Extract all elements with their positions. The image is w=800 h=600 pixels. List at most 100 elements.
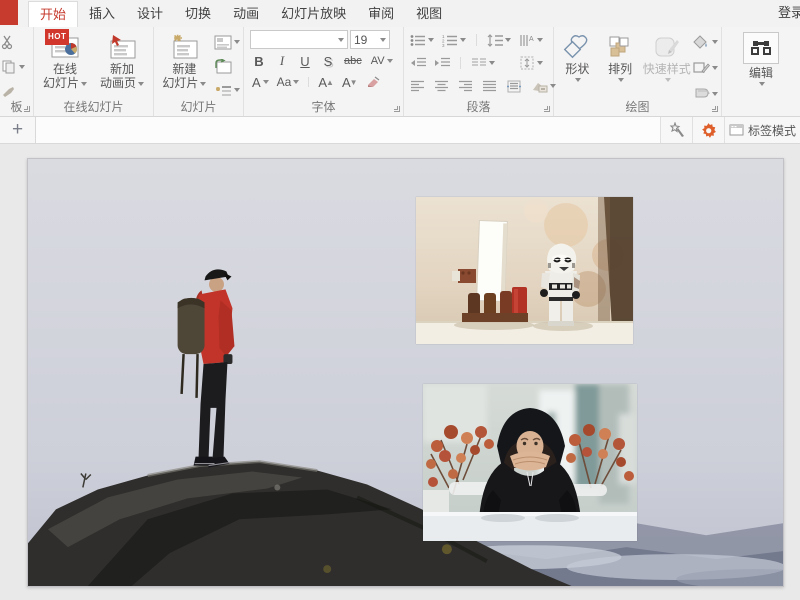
grow-font-button[interactable]: A▲ <box>316 73 336 91</box>
slide-panel-bar: + 标签模式 <box>0 117 800 144</box>
copy-icon[interactable] <box>0 57 26 77</box>
drawing-group-label: 绘图 <box>554 98 721 115</box>
shape-fill-icon[interactable] <box>692 32 719 52</box>
tab-home[interactable]: 开始 <box>28 1 78 27</box>
decrease-indent-icon[interactable] <box>409 53 427 73</box>
group-paragraph: 123 A <box>404 27 554 116</box>
edit-button[interactable]: 编辑 <box>733 30 789 86</box>
underline-button[interactable]: U <box>296 52 314 70</box>
drawing-dialog-launcher[interactable] <box>712 106 718 112</box>
bullets-icon[interactable] <box>409 30 435 50</box>
tag-mode-icon <box>729 124 744 136</box>
justify-icon[interactable] <box>481 76 498 96</box>
new-slide-icon <box>169 32 199 62</box>
align-left-icon[interactable] <box>409 76 426 96</box>
arrange-icon <box>607 32 633 62</box>
new-animation-page-button[interactable]: 新加 动画页 <box>94 30 150 90</box>
shapes-icon <box>563 32 591 62</box>
slide-thumbnails-strip[interactable] <box>36 117 660 143</box>
stormtrooper-photo[interactable] <box>416 197 633 344</box>
beautify-wand-icon[interactable] <box>661 117 693 143</box>
quick-styles-button[interactable]: 快速样式 <box>642 30 693 82</box>
arrange-button[interactable]: 排列 <box>599 30 642 82</box>
online-slides-label-2: 幻灯片 <box>43 76 87 90</box>
shapes-label: 形状 <box>565 62 589 76</box>
paragraph-group-label: 段落 <box>404 98 553 115</box>
tag-mode-toggle[interactable]: 标签模式 <box>725 122 800 139</box>
new-slide-label-1: 新建 <box>172 62 196 76</box>
font-dialog-launcher[interactable] <box>394 106 400 112</box>
font-group-label: 字体 <box>244 98 403 115</box>
edit-label: 编辑 <box>749 66 773 80</box>
strikethrough-button[interactable]: abc <box>342 52 364 70</box>
file-menu-block[interactable] <box>0 0 18 25</box>
login-button[interactable]: 登录 <box>776 0 800 26</box>
font-size-value: 19 <box>354 33 367 47</box>
change-case-button[interactable]: Aa <box>275 73 302 91</box>
slide-panel-tools: 标签模式 <box>660 117 800 143</box>
online-slides-label-1: 在线 <box>53 62 77 76</box>
quick-styles-label: 快速样式 <box>643 62 691 76</box>
tab-design[interactable]: 设计 <box>126 1 174 27</box>
font-size-select[interactable]: 19 <box>350 30 390 49</box>
slide-1[interactable] <box>27 158 784 587</box>
svg-text:3: 3 <box>442 43 445 47</box>
layout-icon[interactable] <box>213 32 241 52</box>
woman-photo[interactable] <box>423 384 637 541</box>
new-anim-page-icon <box>107 32 137 62</box>
shrink-font-button[interactable]: A▼ <box>340 73 360 91</box>
tab-view[interactable]: 视图 <box>405 1 453 27</box>
tab-review[interactable]: 审阅 <box>357 1 405 27</box>
arrange-label: 排列 <box>608 62 632 76</box>
align-center-icon[interactable] <box>433 76 450 96</box>
section-icon[interactable] <box>213 80 241 100</box>
online-slides-button[interactable]: HOT 在线 幻灯片 <box>37 30 93 90</box>
align-right-icon[interactable] <box>457 76 474 96</box>
columns-icon[interactable] <box>470 53 496 73</box>
quick-style-icon <box>653 32 681 62</box>
shape-outline-icon[interactable] <box>692 58 719 78</box>
align-text-icon[interactable] <box>518 53 544 73</box>
font-name-select[interactable] <box>250 30 348 49</box>
online-slides-group-label: 在线幻灯片 <box>34 98 153 115</box>
cut-icon[interactable] <box>0 32 26 52</box>
shapes-button[interactable]: 形状 <box>556 30 599 82</box>
new-anim-page-label-2: 动画页 <box>100 76 144 90</box>
ribbon: 板 HOT 在线 幻灯片 新加 动画页 在线幻灯片 新建 幻灯片 <box>0 27 800 117</box>
tab-insert[interactable]: 插入 <box>78 1 126 27</box>
numbering-icon[interactable]: 123 <box>441 30 467 50</box>
increase-indent-icon[interactable] <box>433 53 451 73</box>
tab-transitions[interactable]: 切换 <box>174 1 222 27</box>
font-color-button[interactable]: A <box>250 73 271 91</box>
group-editing: 编辑 <box>722 27 800 116</box>
text-direction-icon[interactable]: A <box>518 30 544 50</box>
binoculars-icon <box>743 32 779 64</box>
italic-button[interactable]: I <box>273 52 291 70</box>
settings-gear-icon[interactable] <box>693 117 725 143</box>
clipboard-dialog-launcher[interactable] <box>24 106 30 112</box>
distribute-icon[interactable] <box>505 76 523 96</box>
clear-format-icon[interactable] <box>364 73 383 91</box>
paragraph-dialog-launcher[interactable] <box>544 106 550 112</box>
reset-slide-icon[interactable] <box>213 56 241 76</box>
ribbon-tab-bar: 开始 插入 设计 切换 动画 幻灯片放映 审阅 视图 登录 <box>0 0 800 27</box>
convert-smartart-icon[interactable] <box>530 76 557 96</box>
group-font: 19 B I U S abc AV A Aa A▲ A▼ <box>244 27 404 116</box>
slides-group-label: 幻灯片 <box>154 98 243 115</box>
hiker-background-photo[interactable] <box>28 159 783 586</box>
character-spacing-button[interactable]: AV <box>369 52 395 70</box>
add-slide-button[interactable]: + <box>0 117 36 143</box>
new-slide-button[interactable]: 新建 幻灯片 <box>156 30 212 90</box>
line-spacing-icon[interactable] <box>486 30 512 50</box>
tab-animations[interactable]: 动画 <box>222 1 270 27</box>
new-slide-label-2: 幻灯片 <box>162 76 206 90</box>
hot-badge: HOT <box>45 29 69 45</box>
new-anim-page-label-1: 新加 <box>110 62 134 76</box>
group-online-slides: HOT 在线 幻灯片 新加 动画页 在线幻灯片 <box>34 27 154 116</box>
tag-mode-label: 标签模式 <box>748 122 796 139</box>
group-clipboard: 板 <box>0 27 34 116</box>
bold-button[interactable]: B <box>250 52 268 70</box>
text-shadow-button[interactable]: S <box>319 52 337 70</box>
editing-canvas <box>0 144 800 600</box>
tab-slideshow[interactable]: 幻灯片放映 <box>270 1 357 27</box>
